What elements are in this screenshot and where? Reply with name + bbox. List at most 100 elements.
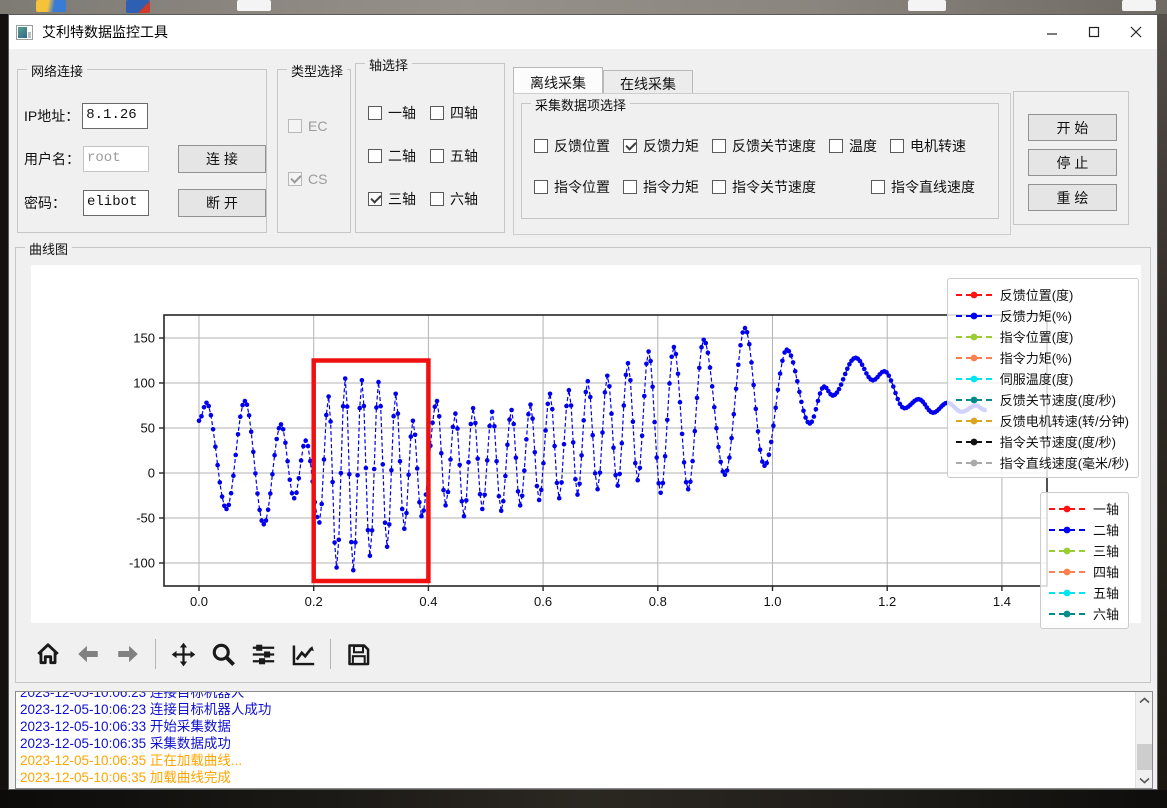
minimize-button[interactable] — [1031, 15, 1073, 49]
app-window: 艾利特数据监控工具 网络连接 IP地址： 8.1.26 用户名： — [8, 14, 1158, 790]
desktop-icon-label[interactable] — [1122, 0, 1156, 11]
collect-option-checkbox[interactable] — [871, 180, 885, 194]
log-area[interactable]: 2023-12-05-10:06:23 连接目标机器人2023-12-05-10… — [15, 691, 1153, 789]
collect-option-指令直线速度[interactable]: 指令直线速度 — [871, 177, 975, 197]
tab-在线采集[interactable]: 在线采集 — [603, 70, 693, 94]
password-input[interactable]: elibot — [83, 190, 149, 216]
axis-select-groupbox: 轴选择 一轴四轴二轴五轴三轴六轴 — [355, 63, 505, 233]
axis-option-五轴[interactable]: 五轴 — [430, 146, 478, 166]
legend-marker-icon — [1048, 588, 1086, 598]
svg-text:1.0: 1.0 — [763, 594, 781, 609]
collect-option-指令力矩[interactable]: 指令力矩 — [623, 177, 699, 197]
svg-text:0: 0 — [148, 466, 155, 481]
tab-离线采集[interactable]: 离线采集 — [513, 67, 603, 94]
axis-option-六轴[interactable]: 六轴 — [430, 189, 478, 209]
collect-option-指令关节速度[interactable]: 指令关节速度 — [712, 177, 816, 197]
type-option-CS: CS — [288, 171, 327, 187]
desktop-icon-label[interactable] — [237, 0, 271, 11]
axis-option-三轴[interactable]: 三轴 — [368, 189, 416, 209]
home-button[interactable] — [33, 638, 63, 670]
legend-entry: 反馈电机转速(转/分钟) — [955, 410, 1129, 431]
legend-entry: 六轴 — [1048, 603, 1119, 624]
chevron-down-icon — [1139, 777, 1150, 784]
maximize-button[interactable] — [1073, 15, 1115, 49]
legend-label: 四轴 — [1093, 562, 1119, 581]
save-button[interactable] — [343, 638, 373, 670]
collect-option-反馈力矩[interactable]: 反馈力矩 — [623, 136, 699, 156]
axis-option-checkbox[interactable] — [368, 106, 382, 120]
collect-option-label: 电机转速 — [910, 136, 966, 156]
subplots-button[interactable] — [248, 638, 278, 670]
scrollbar-thumb[interactable] — [1137, 744, 1152, 770]
close-button[interactable] — [1115, 15, 1157, 49]
disconnect-button[interactable]: 断 开 — [178, 189, 266, 217]
collect-option-checkbox[interactable] — [712, 180, 726, 194]
legend-label: 反馈电机转速(转/分钟) — [1000, 411, 1129, 430]
scroll-down-button[interactable] — [1136, 772, 1153, 788]
edit-axes-button[interactable] — [288, 638, 318, 670]
collect-option-反馈关节速度[interactable]: 反馈关节速度 — [712, 136, 816, 156]
collect-option-checkbox[interactable] — [712, 139, 726, 153]
svg-text:50: 50 — [141, 421, 155, 436]
redraw-button[interactable]: 重 绘 — [1028, 184, 1117, 211]
app-icon — [16, 25, 33, 40]
collect-option-指令位置[interactable]: 指令位置 — [534, 177, 610, 197]
legend-label: 伺服温度(度) — [1000, 369, 1074, 388]
axis-option-二轴[interactable]: 二轴 — [368, 146, 416, 166]
collect-option-温度[interactable]: 温度 — [829, 136, 877, 156]
legend-entry: 二轴 — [1048, 519, 1119, 540]
ip-label: IP地址： — [24, 106, 79, 126]
axis-option-一轴[interactable]: 一轴 — [368, 103, 416, 123]
desktop-icon[interactable] — [36, 0, 66, 12]
legend-marker-icon — [955, 437, 993, 447]
ip-input[interactable]: 8.1.26 — [82, 103, 148, 129]
legend-axes: 一轴二轴三轴四轴五轴六轴 — [1040, 492, 1129, 629]
legend-entry: 反馈力矩(%) — [955, 305, 1129, 326]
collect-option-checkbox[interactable] — [623, 139, 637, 153]
collect-option-反馈位置[interactable]: 反馈位置 — [534, 136, 610, 156]
svg-text:0.2: 0.2 — [305, 594, 323, 609]
collect-option-电机转速[interactable]: 电机转速 — [890, 136, 966, 156]
axis-option-checkbox[interactable] — [430, 149, 444, 163]
desktop-icon[interactable] — [126, 0, 150, 13]
legend-label: 指令位置(度) — [1000, 327, 1074, 346]
line-chart-icon — [290, 641, 317, 668]
legend-entry: 反馈关节速度(度/秒) — [955, 389, 1129, 410]
collect-option-checkbox[interactable] — [829, 139, 843, 153]
stop-button[interactable]: 停 止 — [1028, 149, 1117, 176]
desktop-bottom-strip — [0, 790, 1167, 808]
username-label: 用户名： — [24, 149, 80, 169]
legend-marker-icon — [955, 311, 993, 321]
legend-marker-icon — [955, 395, 993, 405]
svg-text:0.4: 0.4 — [419, 594, 437, 609]
scroll-up-button[interactable] — [1136, 692, 1153, 708]
magnifier-icon — [210, 641, 237, 668]
axis-option-checkbox[interactable] — [430, 106, 444, 120]
log-scrollbar[interactable] — [1135, 692, 1152, 788]
start-button[interactable]: 开 始 — [1028, 114, 1117, 141]
title-bar: 艾利特数据监控工具 — [9, 15, 1157, 49]
connect-button[interactable]: 连 接 — [178, 145, 266, 173]
pan-button[interactable] — [168, 638, 198, 670]
axis-option-checkbox[interactable] — [368, 149, 382, 163]
axis-option-checkbox[interactable] — [368, 192, 382, 206]
type-option-checkbox — [288, 119, 302, 133]
axis-option-label: 一轴 — [388, 103, 416, 123]
zoom-button[interactable] — [208, 638, 238, 670]
legend-label: 反馈力矩(%) — [1000, 306, 1072, 325]
collect-option-checkbox[interactable] — [534, 180, 548, 194]
pan-icon — [170, 641, 197, 668]
desktop-icon-label[interactable] — [908, 0, 946, 11]
forward-button[interactable] — [113, 638, 143, 670]
curve-group-label: 曲线图 — [25, 239, 72, 258]
back-button[interactable] — [73, 638, 103, 670]
plot-canvas[interactable]: 0.00.20.40.60.81.01.21.4150100500-50-100… — [31, 265, 1141, 623]
svg-text:0.0: 0.0 — [190, 594, 208, 609]
axis-option-四轴[interactable]: 四轴 — [430, 103, 478, 123]
collect-option-checkbox[interactable] — [534, 139, 548, 153]
type-option-label: CS — [308, 171, 327, 187]
collect-option-checkbox[interactable] — [623, 180, 637, 194]
legend-marker-icon — [1048, 609, 1086, 619]
collect-option-checkbox[interactable] — [890, 139, 904, 153]
axis-option-checkbox[interactable] — [430, 192, 444, 206]
